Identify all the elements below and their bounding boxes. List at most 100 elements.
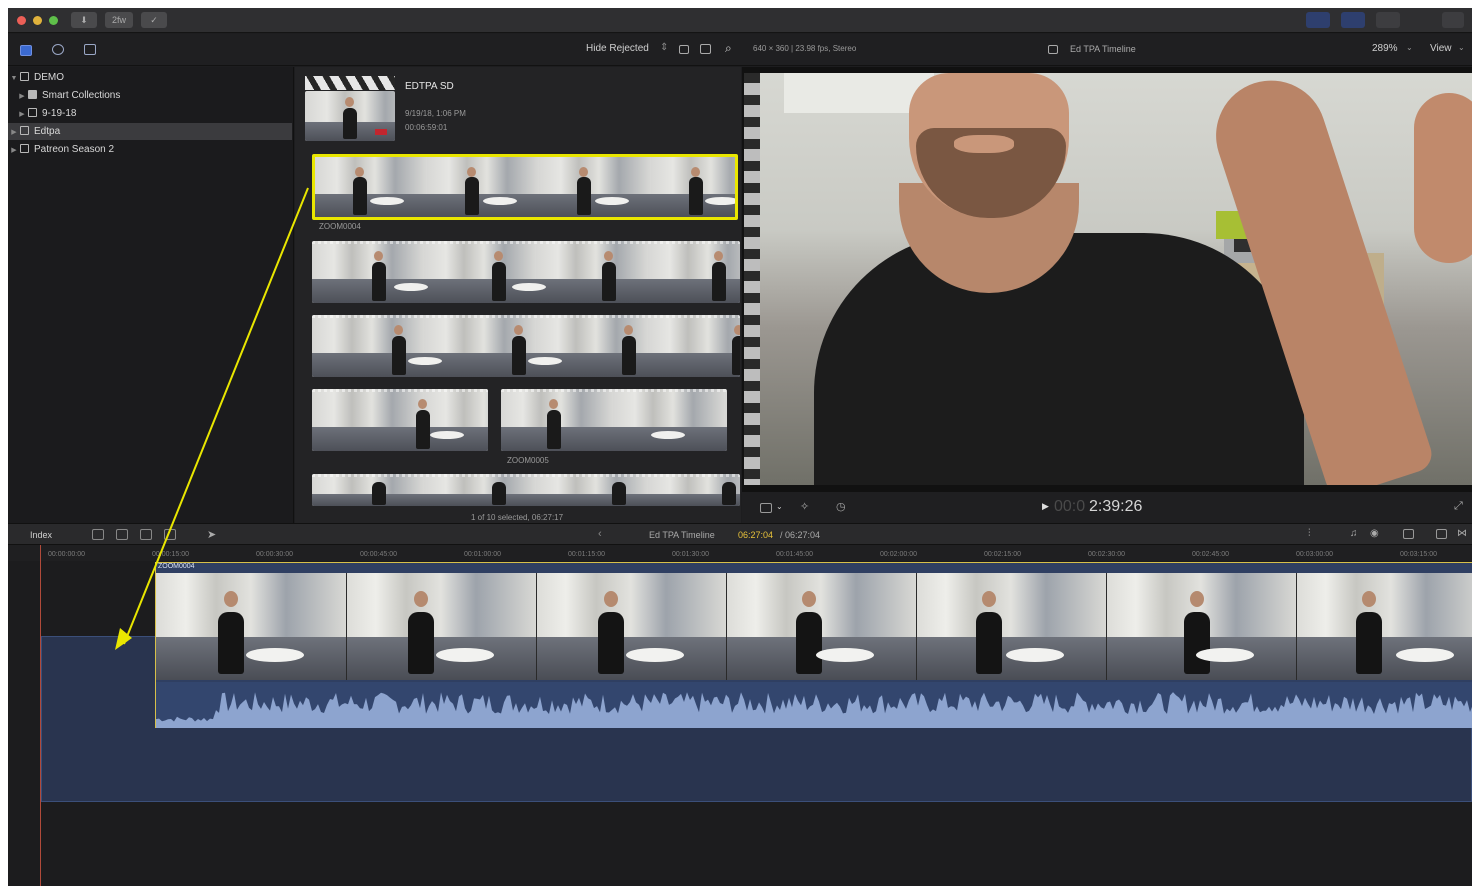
search-icon[interactable]: ⌕ [725,41,732,56]
event-icon [28,108,37,117]
sidebar-item-9-19-18[interactable]: ▶ 9-19-18 [8,105,292,122]
transitions-icon[interactable]: ⋈ [1457,528,1467,539]
layout-button[interactable]: 2fw [105,12,133,28]
primary-storyline[interactable]: ZOOM0004 [41,562,1472,802]
timeline-area[interactable]: ZOOM0004 [8,545,1472,886]
retime-icon[interactable]: ◷ [836,500,846,513]
folder-icon [28,90,37,99]
waveform-graphic [156,692,1472,728]
show-timeline-button[interactable] [1341,12,1365,28]
edit-insert-icon[interactable] [116,529,128,540]
zoom-menu[interactable]: 289% [1372,43,1398,54]
titles-generators-icon[interactable] [84,44,96,55]
clip-video-frames [156,573,1472,680]
clip-filmstrip[interactable] [501,389,727,451]
show-inspector-button[interactable] [1376,12,1400,28]
timecode-dim: 00:0 [1054,498,1086,515]
disclosure-closed-icon[interactable]: ▶ [16,88,28,105]
effects-browser-icon[interactable] [1436,529,1447,539]
chevron-updown-icon: ⇕ [660,42,669,53]
timecode-display: 2:39:26 [1089,498,1143,515]
ruler-tick: 00:00:30:00 [256,551,293,558]
ruler-tick: 00:02:15:00 [984,551,1021,558]
solo-icon[interactable]: ◉ [1370,528,1379,539]
clip-filmstrip[interactable] [312,241,740,303]
timeline-ruler[interactable]: 00:00:00:00 00:00:15:00 00:00:30:00 00:0… [8,545,1472,561]
zoom-chevron-icon: ⌄ [1406,43,1413,52]
view-chevron-icon: ⌄ [1458,43,1465,52]
timeline-clip[interactable]: ZOOM0004 [155,562,1472,728]
clip-appearance-icon[interactable] [679,45,689,54]
disclosure-closed-icon[interactable]: ▶ [8,142,20,159]
library-icon [20,72,29,81]
edit-append-icon[interactable] [92,529,104,540]
sidebar-item-label: Edtpa [34,126,61,137]
sidebar-item-label: Smart Collections [42,90,121,101]
clip-filmstrip[interactable] [312,315,740,377]
libraries-sidebar: ▼ DEMO ▶ Smart Collections ▶ 9-19-18 ▶ Edtpa… [8,67,294,523]
close-window-button[interactable] [17,16,26,25]
minimize-window-button[interactable] [33,16,42,25]
edit-overwrite-icon[interactable] [164,529,176,540]
layout-label: 2fw [111,15,126,25]
selection-status: 1 of 10 selected, 06:27:17 [471,513,564,522]
fullscreen-icon[interactable]: ⤢ [1454,500,1463,513]
event-thumbnail[interactable] [305,91,395,141]
ruler-tick: 00:02:00:00 [880,551,917,558]
event-title: EDTPA SD [405,81,454,92]
clip-filmstrip[interactable] [312,474,740,506]
show-browser-button[interactable] [1306,12,1330,28]
play-icon[interactable]: ▶ [1042,501,1049,512]
ruler-tick: 00:00:15:00 [152,551,189,558]
hide-rejected-filter[interactable]: Hide Rejected [586,43,649,54]
fcp-window: ⬇ 2fw ✓ Hide Rejected ⇕ ⌕ 640 × 360 | 23… [8,8,1472,886]
libraries-icon[interactable] [20,45,32,56]
background-tasks-button[interactable]: ✓ [141,12,167,28]
index-button[interactable]: Index [30,530,52,540]
view-menu[interactable]: View [1430,43,1452,54]
disclosure-closed-icon[interactable]: ▶ [16,106,28,123]
timeline-duration: / 06:27:04 [780,530,821,540]
back-arrow-icon[interactable]: ‹ [598,528,602,540]
clapper-icon [305,76,395,90]
ruler-tick: 00:02:30:00 [1088,551,1125,558]
sidebar-item-patreon-season-2[interactable]: ▶ Patreon Season 2 [8,141,292,158]
chevron-down-icon: ⌄ [776,502,783,511]
clip-filmstrip-selected[interactable] [312,154,738,220]
ruler-tick: 00:01:00:00 [464,551,501,558]
ruler-tick: 00:01:45:00 [776,551,813,558]
library-icon [20,144,29,153]
timeline-clip-label: ZOOM0004 [158,563,195,570]
timeline-name: Ed TPA Timeline [649,530,715,540]
disclosure-open-icon[interactable]: ▼ [8,70,20,87]
viewer-frame[interactable] [744,73,1472,485]
sidebar-item-smart-collections[interactable]: ▶ Smart Collections [8,87,292,104]
clip-appearance-icon[interactable] [1403,529,1414,539]
audio-skimming-icon[interactable]: ⫶ [1308,528,1311,539]
sidebar-item-label: Patreon Season 2 [34,144,115,155]
ruler-tick: 00:01:30:00 [672,551,709,558]
disclosure-closed-icon[interactable]: ▶ [8,124,20,141]
timeline-toolbar: Index ➤ ‹ Ed TPA Timeline 06:27:04 / 06:… [8,523,1472,545]
event-duration: 00:06:59:01 [405,123,448,132]
clip-filmstrip[interactable] [312,389,488,451]
clip-name: ZOOM0004 [319,222,361,231]
ruler-tick: 00:00:00:00 [48,551,85,558]
select-tool-icon[interactable]: ➤ [207,528,216,541]
filmstrip-icon[interactable] [700,44,711,54]
sidebar-item-edtpa[interactable]: ▶ Edtpa [8,123,292,140]
clip-name: ZOOM0005 [507,456,549,465]
zoom-window-button[interactable] [49,16,58,25]
format-info: 640 × 360 | 23.98 fps, Stereo [753,44,857,53]
timeline-position: 06:27:04 [738,530,774,540]
enhancements-icon[interactable]: ✧ [800,500,809,513]
sidebar-item-demo[interactable]: ▼ DEMO [8,69,292,86]
headphones-icon[interactable]: ♫ [1350,528,1358,539]
share-button[interactable] [1442,12,1464,28]
edit-connect-icon[interactable] [140,529,152,540]
browser-pane: EDTPA SD 9/19/18, 1:06 PM 00:06:59:01 ZO… [295,67,741,523]
import-button[interactable]: ⬇ [71,12,97,28]
photos-audio-icon[interactable] [52,44,64,55]
title-bar: ⬇ 2fw ✓ [8,8,1472,33]
view-options-icon[interactable] [760,503,772,513]
